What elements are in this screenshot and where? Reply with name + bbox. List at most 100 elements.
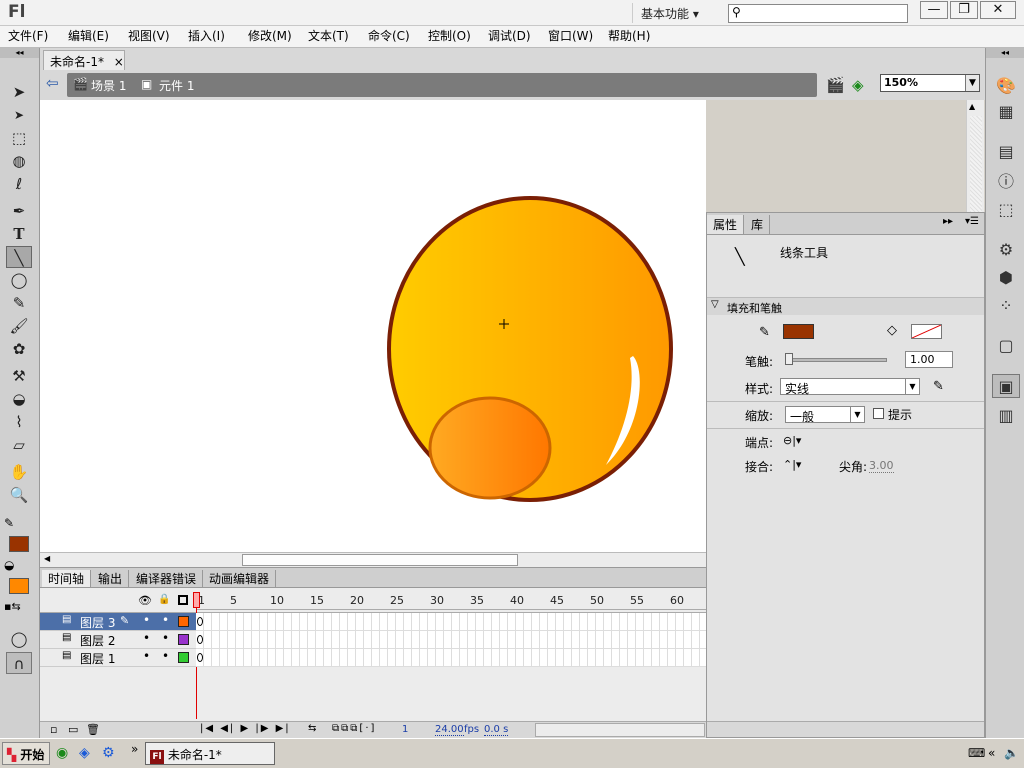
- eyedropper-tool-icon[interactable]: ⌇: [6, 411, 32, 433]
- free-transform-tool-icon[interactable]: ⬚: [6, 127, 32, 149]
- timeline-horizontal-scrollbar[interactable]: [535, 723, 705, 737]
- actions-icon[interactable]: ⚙: [992, 238, 1020, 262]
- scale-select[interactable]: 一般 ▼: [785, 406, 865, 424]
- color-palette-icon[interactable]: 🎨: [992, 74, 1020, 98]
- settings-icon[interactable]: ⚙: [102, 745, 115, 761]
- volume-icon[interactable]: 🔈: [1004, 746, 1019, 760]
- frame-rate-value[interactable]: 24.00: [435, 724, 464, 736]
- pen-tool-icon[interactable]: ✒: [6, 200, 32, 222]
- menu-edit[interactable]: 编辑(E): [66, 27, 111, 45]
- workspace-switcher[interactable]: 基本功能 ▾: [632, 3, 714, 23]
- eraser-tool-icon[interactable]: ▱: [6, 434, 32, 456]
- swap-colors-icon[interactable]: ▪⇆: [4, 600, 21, 613]
- style-select[interactable]: 实线 ▼: [780, 378, 920, 396]
- transform-icon[interactable]: ⬚: [992, 198, 1020, 222]
- snap-to-objects-icon[interactable]: ∩: [6, 652, 32, 674]
- menu-control[interactable]: 控制(O): [426, 27, 473, 45]
- keyframe[interactable]: [197, 635, 203, 644]
- panel-collapse-icon[interactable]: ▸▸: [943, 216, 953, 227]
- tab-compiler-errors[interactable]: 编译器错误: [130, 570, 204, 587]
- new-layer-icon[interactable]: ▫: [50, 723, 57, 736]
- tab-library[interactable]: 库: [745, 215, 771, 234]
- visibility-dot[interactable]: •: [143, 649, 150, 663]
- playhead-marker[interactable]: [193, 592, 200, 608]
- layer-row[interactable]: ▤ 图层 3 ✎ • •: [40, 613, 196, 631]
- miter-value[interactable]: 3.00: [869, 459, 894, 473]
- selection-tool-icon[interactable]: ➤: [6, 81, 32, 103]
- horizontal-scroll-thumb[interactable]: [242, 554, 518, 566]
- breadcrumb-symbol[interactable]: 元件 1: [159, 77, 194, 94]
- layer-frames[interactable]: [196, 613, 706, 631]
- lock-dot[interactable]: •: [162, 613, 169, 627]
- 3d-rotation-tool-icon[interactable]: ◍: [6, 150, 32, 172]
- cap-select[interactable]: ⊖|▾: [783, 434, 801, 447]
- lock-dot[interactable]: •: [162, 649, 169, 663]
- tab-timeline[interactable]: 时间轴: [42, 570, 92, 587]
- paint-bucket-tool-icon[interactable]: ◒: [6, 388, 32, 410]
- quicklaunch-icon[interactable]: ◈: [79, 745, 90, 761]
- keyboard-icon[interactable]: ⌨: [968, 746, 985, 760]
- menu-text[interactable]: 文本(T): [306, 27, 351, 45]
- menu-window[interactable]: 窗口(W): [546, 27, 595, 45]
- hint-checkbox[interactable]: [873, 408, 884, 419]
- tab-output[interactable]: 输出: [92, 570, 130, 587]
- delete-layer-icon[interactable]: 🗑: [86, 723, 100, 736]
- layer-row[interactable]: ▤ 图层 1 • •: [40, 649, 196, 667]
- lock-dot[interactable]: •: [162, 631, 169, 645]
- menu-debug[interactable]: 调试(D): [486, 27, 533, 45]
- breadcrumb-scene[interactable]: 场景 1: [91, 77, 126, 94]
- menu-modify[interactable]: 修改(M): [246, 27, 294, 45]
- pencil-tool-icon[interactable]: ✎: [6, 292, 32, 314]
- panel-menu-icon[interactable]: ▾☰: [965, 216, 979, 227]
- layer-outline-color[interactable]: [178, 652, 189, 663]
- properties-icon[interactable]: ▣: [992, 374, 1020, 398]
- lasso-tool-icon[interactable]: ℓ: [6, 173, 32, 195]
- slider-handle[interactable]: [785, 353, 793, 365]
- menu-file[interactable]: 文件(F): [6, 27, 50, 45]
- minimize-button[interactable]: —: [920, 1, 948, 19]
- layer-outline-color[interactable]: [178, 616, 189, 627]
- taskbar-item-flash[interactable]: Fl 未命名-1*: [145, 742, 275, 765]
- back-arrow-icon[interactable]: ⇦: [46, 74, 59, 92]
- lock-icon[interactable]: 🔒: [158, 594, 170, 605]
- stroke-color-swatch[interactable]: [9, 536, 29, 552]
- layer-frames[interactable]: [196, 649, 706, 667]
- collapse-icon[interactable]: ◂◂: [0, 48, 39, 58]
- stage-vertical-scrollbar[interactable]: ▲: [966, 100, 984, 214]
- scroll-left-icon[interactable]: ◀: [44, 554, 50, 563]
- tab-motion-editor[interactable]: 动画编辑器: [203, 570, 277, 587]
- swatches-icon[interactable]: ▦: [992, 100, 1020, 124]
- fill-color-swatch[interactable]: [911, 324, 942, 339]
- object-drawing-icon[interactable]: ◯: [6, 628, 32, 650]
- current-frame[interactable]: 1: [402, 724, 408, 735]
- layer-name[interactable]: 图层 3: [80, 614, 115, 631]
- edit-stroke-style-icon[interactable]: ✎: [933, 379, 944, 394]
- expand-icon[interactable]: ◂◂: [986, 48, 1024, 58]
- stroke-slider[interactable]: [785, 353, 887, 365]
- motion-presets-icon[interactable]: ⁘: [992, 294, 1020, 318]
- tray-expand-icon[interactable]: «: [988, 746, 995, 760]
- oval-tool-icon[interactable]: ◯: [6, 269, 32, 291]
- section-header[interactable]: ▽ 填充和笔触: [707, 297, 984, 315]
- visibility-dot[interactable]: •: [143, 613, 150, 627]
- visibility-dot[interactable]: •: [143, 631, 150, 645]
- help-search-input[interactable]: ⚲: [728, 4, 908, 23]
- stage-horizontal-scrollbar[interactable]: ◀: [40, 552, 706, 567]
- line-tool-icon[interactable]: ╲: [6, 246, 32, 268]
- layer-frames[interactable]: [196, 631, 706, 649]
- browser-icon[interactable]: ◉: [56, 745, 68, 761]
- text-tool-icon[interactable]: T: [6, 223, 32, 245]
- onion-skin-icons[interactable]: ⧉⧉⧉[·]: [332, 723, 376, 734]
- chevron-down-icon[interactable]: ▼: [965, 75, 979, 91]
- fill-color-swatch[interactable]: [9, 578, 29, 594]
- edit-scene-icon[interactable]: 🎬: [826, 76, 845, 94]
- layer-outline-color[interactable]: [178, 634, 189, 645]
- document-tab[interactable]: 未命名-1* ×: [43, 50, 125, 70]
- menu-view[interactable]: 视图(V): [126, 27, 172, 45]
- artwork-spot[interactable]: [428, 396, 552, 500]
- more-quicklaunch-icon[interactable]: »: [131, 742, 138, 756]
- keyframe[interactable]: [197, 653, 203, 662]
- tab-properties[interactable]: 属性: [707, 215, 745, 234]
- menu-help[interactable]: 帮助(H): [606, 27, 652, 45]
- layer-row[interactable]: ▤ 图层 2 • •: [40, 631, 196, 649]
